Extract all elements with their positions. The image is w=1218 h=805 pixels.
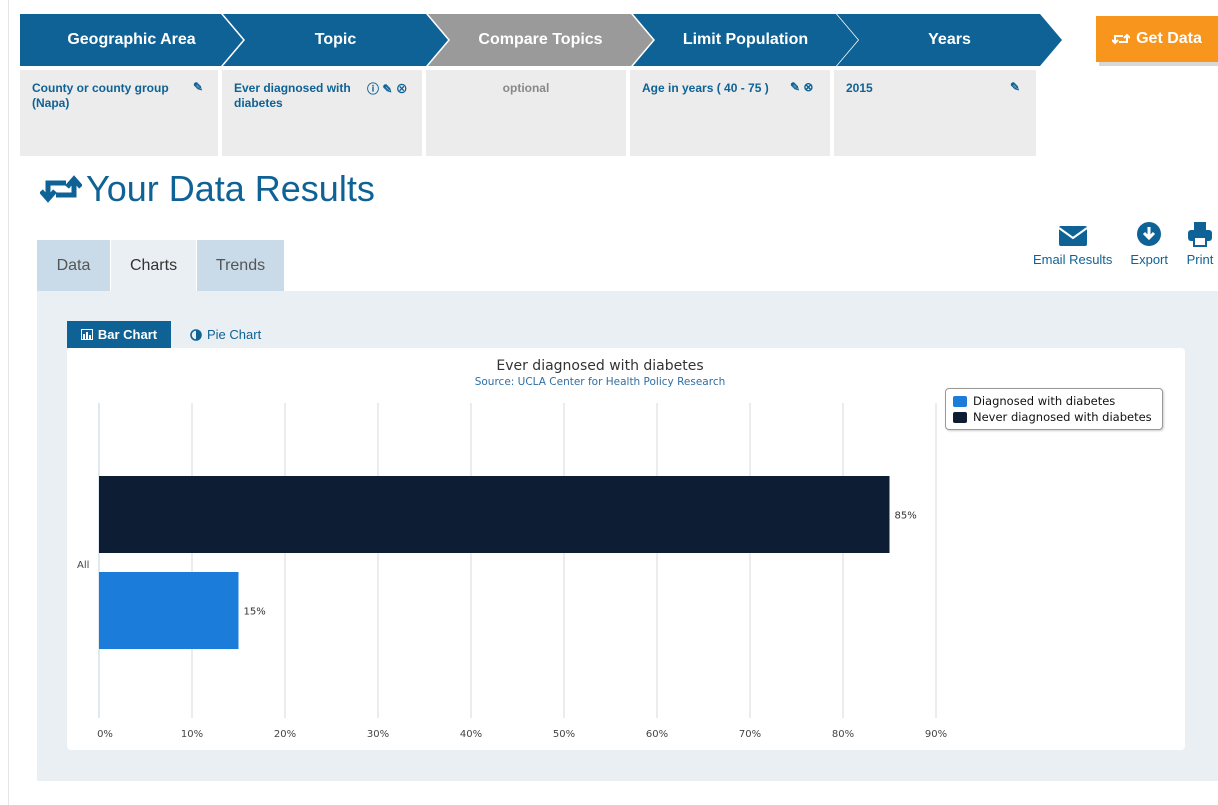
step-label: Compare Topics — [478, 31, 603, 48]
retweet-icon — [40, 175, 82, 203]
x-tick-label: 30% — [367, 729, 389, 740]
x-tick-label: 80% — [832, 729, 854, 740]
x-tick-label: 20% — [274, 729, 296, 740]
pencil-icon[interactable]: ✎ — [1010, 80, 1020, 94]
bar-chart-icon — [80, 329, 93, 340]
page-title: Your Data Results — [40, 168, 375, 210]
email-results-label: Email Results — [1032, 252, 1113, 267]
bar-never-diagnosed-with-diabetes — [99, 476, 890, 553]
legend-swatch — [953, 411, 967, 423]
bar-diagnosed-with-diabetes — [99, 572, 239, 649]
download-circle-icon — [1137, 222, 1162, 246]
half-circle-icon — [190, 328, 202, 341]
years-selection-text: 2015 — [846, 81, 873, 95]
legend-item-never-diagnosed[interactable]: Never diagnosed with diabetes — [953, 409, 1155, 425]
x-tick-label: 50% — [553, 729, 575, 740]
pencil-icon[interactable]: ✎ — [193, 80, 203, 94]
step-label: Limit Population — [682, 31, 809, 48]
print-label: Print — [1186, 252, 1214, 267]
info-icon[interactable]: ⓘ — [367, 82, 379, 96]
pencil-icon[interactable]: ✎ — [382, 82, 392, 96]
get-data-label: Get Data — [1136, 30, 1202, 47]
get-data-button[interactable]: Get Data — [1096, 16, 1218, 62]
step-years[interactable]: Years — [837, 14, 1062, 66]
bar-chart-label: Bar Chart — [97, 327, 158, 342]
remove-icon[interactable]: ⊗ — [396, 82, 408, 96]
legend-swatch — [953, 395, 967, 407]
chart-grid — [98, 403, 937, 718]
x-tick-label: 0% — [97, 729, 113, 740]
printer-icon — [1188, 222, 1212, 247]
x-tick-label: 60% — [646, 729, 668, 740]
print-button[interactable]: Print — [1186, 220, 1214, 267]
population-selection-text: Age in years ( 40 - 75 ) — [642, 81, 769, 95]
years-selection-cell: 2015 ✎ — [834, 70, 1036, 156]
chart-title: Ever diagnosed with diabetes — [496, 358, 703, 374]
result-actions: Email Results Export Print — [1033, 220, 1214, 267]
geo-selection-cell: County or county group (Napa) ✎ — [20, 70, 218, 156]
tab-trends[interactable]: Trends — [197, 240, 284, 292]
x-tick-label: 10% — [181, 729, 203, 740]
x-tick-label: 40% — [460, 729, 482, 740]
tab-label: Data — [56, 257, 91, 274]
tab-charts[interactable]: Charts — [111, 240, 196, 292]
legend-label: Diagnosed with diabetes — [973, 394, 1116, 408]
remove-icon[interactable]: ⊗ — [803, 80, 813, 94]
bar-chart-button[interactable]: Bar Chart — [67, 321, 171, 348]
page-title-text: Your Data Results — [86, 168, 375, 209]
tab-data[interactable]: Data — [37, 240, 110, 292]
step-label: Geographic Area — [67, 31, 196, 48]
chart-subtitle: Source: UCLA Center for Health Policy Re… — [475, 376, 726, 388]
x-tick-label: 70% — [739, 729, 761, 740]
step-limit-population[interactable]: Limit Population — [633, 14, 858, 66]
step-geographic-area[interactable]: Geographic Area — [20, 14, 243, 66]
data-label: 15% — [244, 607, 266, 618]
topic-icons: ⓘ ✎ ⊗ — [367, 80, 408, 97]
compare-selection-text: optional — [502, 81, 550, 95]
retweet-icon — [1112, 33, 1131, 45]
compare-selection-cell[interactable]: optional — [426, 70, 626, 156]
topic-selection-text: Ever diagnosed with diabetes — [234, 81, 351, 110]
step-compare-topics[interactable]: Compare Topics — [428, 14, 653, 66]
chart-container: Ever diagnosed with diabetes Source: UCL… — [67, 348, 1185, 750]
chart-bars: 85% 15% — [99, 476, 917, 649]
population-selection-cell: Age in years ( 40 - 75 ) ✎ ⊗ — [630, 70, 830, 156]
envelope-icon — [1058, 226, 1088, 246]
export-button[interactable]: Export — [1130, 220, 1168, 267]
tab-label: Charts — [129, 257, 178, 274]
pie-chart-label: Pie Chart — [207, 327, 262, 342]
tab-label: Trends — [215, 257, 266, 274]
geo-selection-text: County or county group (Napa) — [32, 81, 169, 110]
step-label: Topic — [314, 31, 357, 48]
topic-selection-cell: Ever diagnosed with diabetes ⓘ ✎ ⊗ — [222, 70, 422, 156]
legend-label: Never diagnosed with diabetes — [973, 410, 1152, 424]
x-axis-ticks: 0% 10% 20% 30% 40% 50% 60% 70% 80% 90% — [97, 729, 947, 740]
step-label: Years — [928, 31, 971, 48]
data-label: 85% — [895, 511, 917, 522]
export-label: Export — [1130, 252, 1168, 267]
query-stepper: Geographic Area Topic Compare Topics Lim… — [20, 14, 1062, 66]
email-results-button[interactable]: Email Results — [1033, 220, 1112, 267]
x-tick-label: 90% — [925, 729, 947, 740]
legend-item-diagnosed[interactable]: Diagnosed with diabetes — [953, 393, 1155, 409]
category-label: All — [77, 560, 89, 571]
pencil-icon[interactable]: ✎ — [790, 80, 800, 94]
step-topic[interactable]: Topic — [223, 14, 448, 66]
chart-legend: Diagnosed with diabetes Never diagnosed … — [945, 388, 1163, 430]
pie-chart-button[interactable]: Pie Chart — [190, 321, 261, 348]
population-icons: ✎ ⊗ — [790, 80, 813, 94]
page-left-border — [8, 0, 9, 805]
